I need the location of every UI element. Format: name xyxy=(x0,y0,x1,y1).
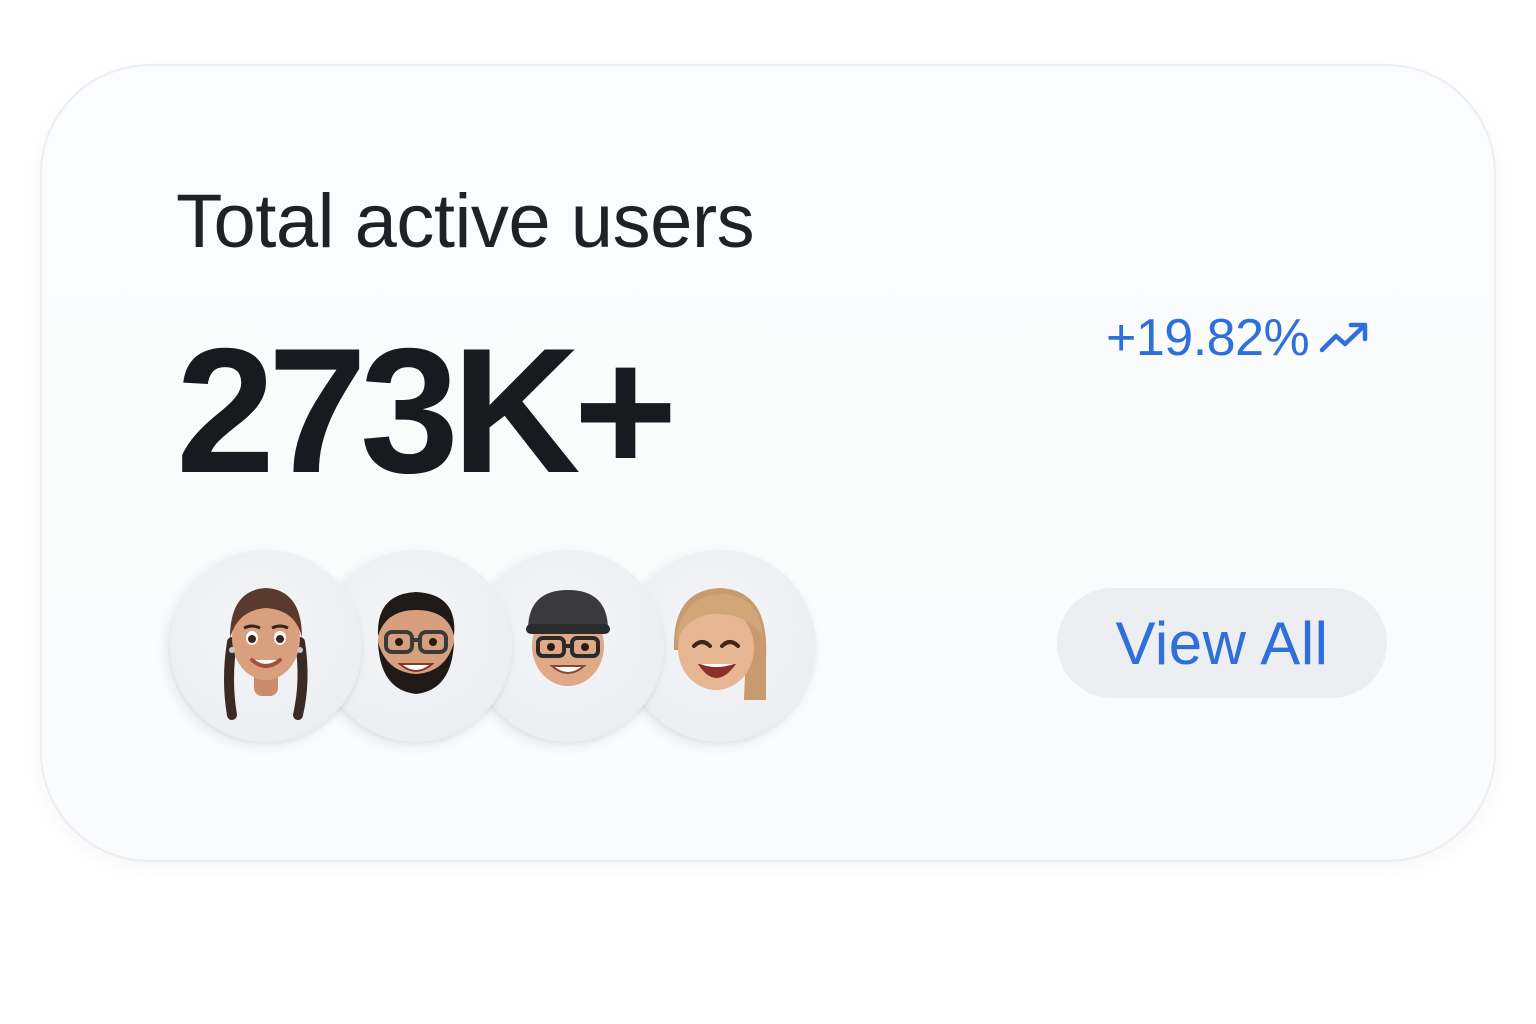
page: Total active users 273K+ +19.82% View Al… xyxy=(0,0,1536,1024)
active-users-card: Total active users 273K+ +19.82% View Al… xyxy=(40,64,1496,862)
trending-up-icon xyxy=(1319,320,1369,356)
growth-indicator: +19.82% xyxy=(1106,312,1369,364)
avatar-woman-braids[interactable] xyxy=(170,550,362,742)
growth-percentage: +19.82% xyxy=(1106,309,1310,367)
active-users-count: 273K+ xyxy=(176,311,677,510)
memoji-woman-braids-icon xyxy=(224,588,308,720)
card-title: Total active users xyxy=(176,179,755,264)
avatar-group[interactable] xyxy=(170,550,830,750)
view-all-button[interactable]: View All xyxy=(1057,588,1387,698)
